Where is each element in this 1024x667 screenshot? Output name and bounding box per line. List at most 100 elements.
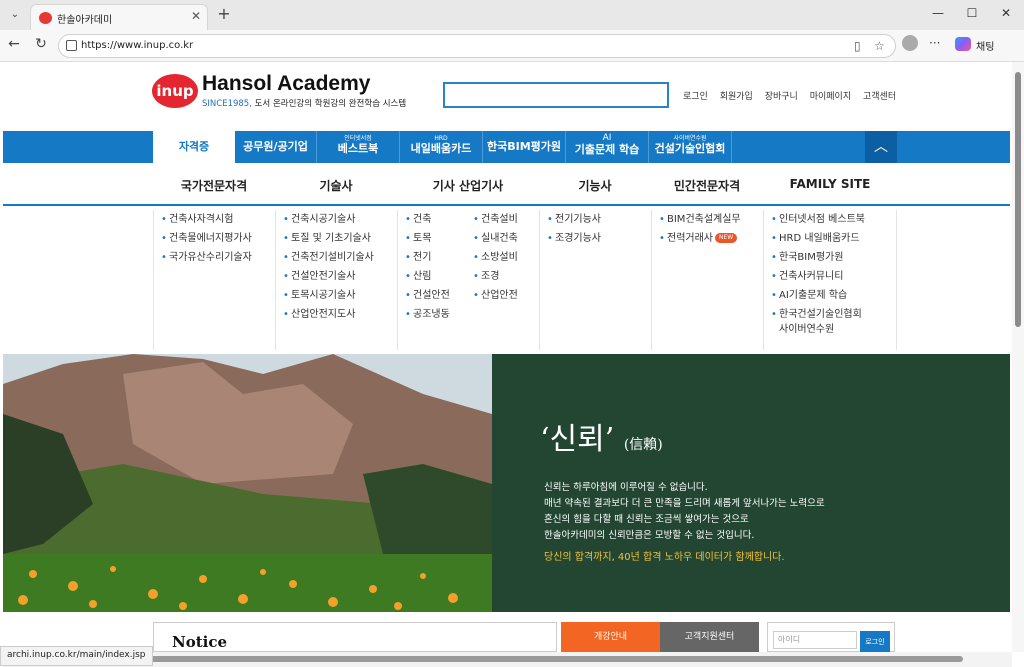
menu-link[interactable]: 조경기능사	[547, 229, 651, 248]
column-industrial-a: 건축 토목 전기 산림 건설안전 공조냉동	[397, 210, 467, 350]
id-input[interactable]: 아이디	[773, 631, 857, 649]
menu-link[interactable]: 한국BIM평가원	[771, 248, 896, 267]
back-arrow-icon[interactable]: ←	[4, 36, 24, 52]
support-center-button[interactable]: 고객지원센터	[660, 622, 759, 652]
notice-title[interactable]: Notice	[172, 633, 227, 651]
menu-link[interactable]: 인터넷서점 베스트북	[771, 210, 896, 229]
copilot-icon[interactable]	[955, 37, 971, 51]
close-icon[interactable]: ✕	[191, 9, 201, 23]
menu-link[interactable]: 건축	[405, 210, 467, 229]
scroll-thumb[interactable]	[1015, 72, 1021, 327]
browser-tab[interactable]: 한솔아카데미 ✕	[30, 4, 208, 30]
menu-link[interactable]: 전기기능사	[547, 210, 651, 229]
nav-certificates[interactable]: 자격증	[153, 131, 235, 163]
category-national[interactable]: 국가전문자격	[153, 177, 275, 194]
menu-link[interactable]: 건설안전기술사	[283, 267, 397, 286]
scroll-thumb[interactable]	[123, 656, 963, 662]
menu-link[interactable]: 산업안전지도사	[283, 305, 397, 324]
menu-link[interactable]: 산림	[405, 267, 467, 286]
hero-banner: ‘신뢰’ (信賴) 신뢰는 하루아침에 이루어질 수 없습니다. 매년 약속된 …	[492, 354, 1010, 612]
menu-link[interactable]: 토목	[405, 229, 467, 248]
refresh-icon[interactable]: ↻	[31, 36, 51, 52]
category-bar: 국가전문자격 기술사 기사 산업기사 기능사 민간전문자격 FAMILY SIT…	[3, 163, 1010, 206]
category-private[interactable]: 민간전문자격	[651, 177, 763, 194]
hero-line: 매년 약속된 결과보다 더 큰 만족을 드리며 새롭게 앞서나가는 노력으로	[544, 498, 825, 509]
collapse-chevron-up-icon[interactable]: ︿	[865, 131, 897, 163]
category-family-site[interactable]: FAMILY SITE	[763, 177, 897, 191]
menu-link[interactable]: 전기	[405, 248, 467, 267]
menu-link[interactable]: 건축사자격시험	[161, 210, 275, 229]
nav-hrd-card[interactable]: HRD 내일배움카드	[400, 131, 483, 163]
category-engineer[interactable]: 기술사	[275, 177, 397, 194]
category-craftsman[interactable]: 기능사	[539, 177, 651, 194]
window-close-icon[interactable]: ✕	[996, 6, 1016, 20]
browser-chrome: ⌄ 한솔아카데미 ✕ + — ☐ ✕ ← ↻ https://www.inup.…	[0, 0, 1024, 62]
vertical-scrollbar[interactable]	[1012, 62, 1024, 652]
column-private: BIM건축설계실무 전력거래사NEW	[651, 210, 763, 350]
menu-link[interactable]: 공조냉동	[405, 305, 467, 324]
menu-link[interactable]: 토질 및 기초기술사	[283, 229, 397, 248]
login-button[interactable]: 로그인	[860, 631, 890, 652]
column-industrial-b: 건축설비 실내건축 소방설비 조경 산업안전	[467, 210, 539, 350]
hero-title-text: ‘신뢰’	[540, 422, 615, 457]
reader-mode-icon[interactable]: ▯	[854, 39, 861, 53]
nav-best-books[interactable]: 인터넷서점 베스트북	[317, 131, 400, 163]
menu-link[interactable]: 건축사커뮤니티	[771, 267, 896, 286]
maximize-icon[interactable]: ☐	[962, 6, 982, 20]
url-text[interactable]: https://www.inup.co.kr	[81, 40, 193, 51]
tagline-accent: SINCE1985,	[202, 99, 252, 109]
menu-link[interactable]: 건축물에너지평가사	[161, 229, 275, 248]
favicon-icon	[39, 12, 52, 24]
menu-link[interactable]: 건축시공기술사	[283, 210, 397, 229]
nav-ai-exam[interactable]: AI 기출문제 학습	[566, 131, 649, 163]
inup-logo[interactable]: inup	[152, 74, 198, 108]
menu-link[interactable]: 전력거래사NEW	[659, 229, 763, 248]
cart-link[interactable]: 장바구니	[765, 92, 798, 102]
web-page: inup Hansol Academy SINCE1985, 도서 온라인강의 …	[3, 62, 1010, 652]
menu-link[interactable]: AI기출문제 학습	[771, 286, 896, 305]
new-tab-plus-icon[interactable]: +	[214, 4, 234, 24]
login-link[interactable]: 로그인	[683, 92, 708, 102]
menu-link[interactable]: 국가유산수리기술자	[161, 248, 275, 267]
profile-avatar[interactable]	[902, 35, 918, 51]
favorite-star-icon[interactable]: ☆	[874, 39, 885, 53]
hero-line: 혼신의 힘을 다할 때 신뢰는 조금씩 쌓여가는 것으로	[544, 514, 749, 525]
menu-link[interactable]: 토목시공기술사	[283, 286, 397, 305]
menu-link[interactable]: 건축전기설비기술사	[283, 248, 397, 267]
customer-center-link[interactable]: 고객센터	[863, 92, 896, 102]
column-engineer: 건축시공기술사 토질 및 기초기술사 건축전기설비기술사 건설안전기술사 토목시…	[275, 210, 397, 350]
search-input[interactable]	[443, 82, 669, 108]
menu-link[interactable]: 건축설비	[473, 210, 539, 229]
menu-link[interactable]: 소방설비	[473, 248, 539, 267]
nav-bim[interactable]: 한국BIM평가원	[483, 131, 566, 163]
copilot-label[interactable]: 채팅	[976, 38, 994, 53]
category-industrial[interactable]: 기사 산업기사	[397, 177, 539, 194]
menu-link[interactable]: BIM건축설계실무	[659, 210, 763, 229]
notice-box: Notice	[153, 622, 557, 652]
menu-link[interactable]: HRD 내일배움카드	[771, 229, 896, 248]
hero-line: 신뢰는 하루아침에 이루어질 수 없습니다.	[544, 482, 708, 493]
hero-line: 한솔아카데미의 신뢰만큼은 모방할 수 없는 것입니다.	[544, 530, 755, 541]
address-bar[interactable]: https://www.inup.co.kr ▯ ☆	[58, 34, 896, 58]
brand-name[interactable]: Hansol Academy	[202, 72, 370, 96]
menu-link[interactable]: 산업안전	[473, 286, 539, 305]
menu-link[interactable]: 한국건설기술인협회사이버연수원	[771, 307, 896, 337]
minimize-icon[interactable]: —	[928, 6, 948, 20]
menu-link-text: 전력거래사	[667, 233, 713, 244]
mypage-link[interactable]: 마이페이지	[810, 92, 851, 102]
signup-link[interactable]: 회원가입	[720, 92, 753, 102]
hero-title-hanja: (信賴)	[623, 437, 663, 453]
nav-construction-assoc[interactable]: 사이버연수원 건설기술인협회	[649, 131, 732, 163]
mountain-illustration	[3, 354, 492, 612]
hero-body: 신뢰는 하루아침에 이루어질 수 없습니다. 매년 약속된 결과보다 더 큰 만…	[544, 480, 825, 544]
course-info-button[interactable]: 개강안내	[561, 622, 660, 652]
site-info-icon[interactable]	[66, 40, 77, 51]
menu-link[interactable]: 조경	[473, 267, 539, 286]
tab-strip: ⌄ 한솔아카데미 ✕ + — ☐ ✕	[0, 0, 1024, 30]
menu-link[interactable]: 실내건축	[473, 229, 539, 248]
more-menu-icon[interactable]: ···	[929, 36, 940, 50]
tab-list-chevron-icon[interactable]: ⌄	[6, 6, 24, 24]
menu-link[interactable]: 건설안전	[405, 286, 467, 305]
nav-civil-service[interactable]: 공무원/공기업	[235, 131, 317, 163]
horizontal-scrollbar[interactable]	[3, 652, 1012, 667]
